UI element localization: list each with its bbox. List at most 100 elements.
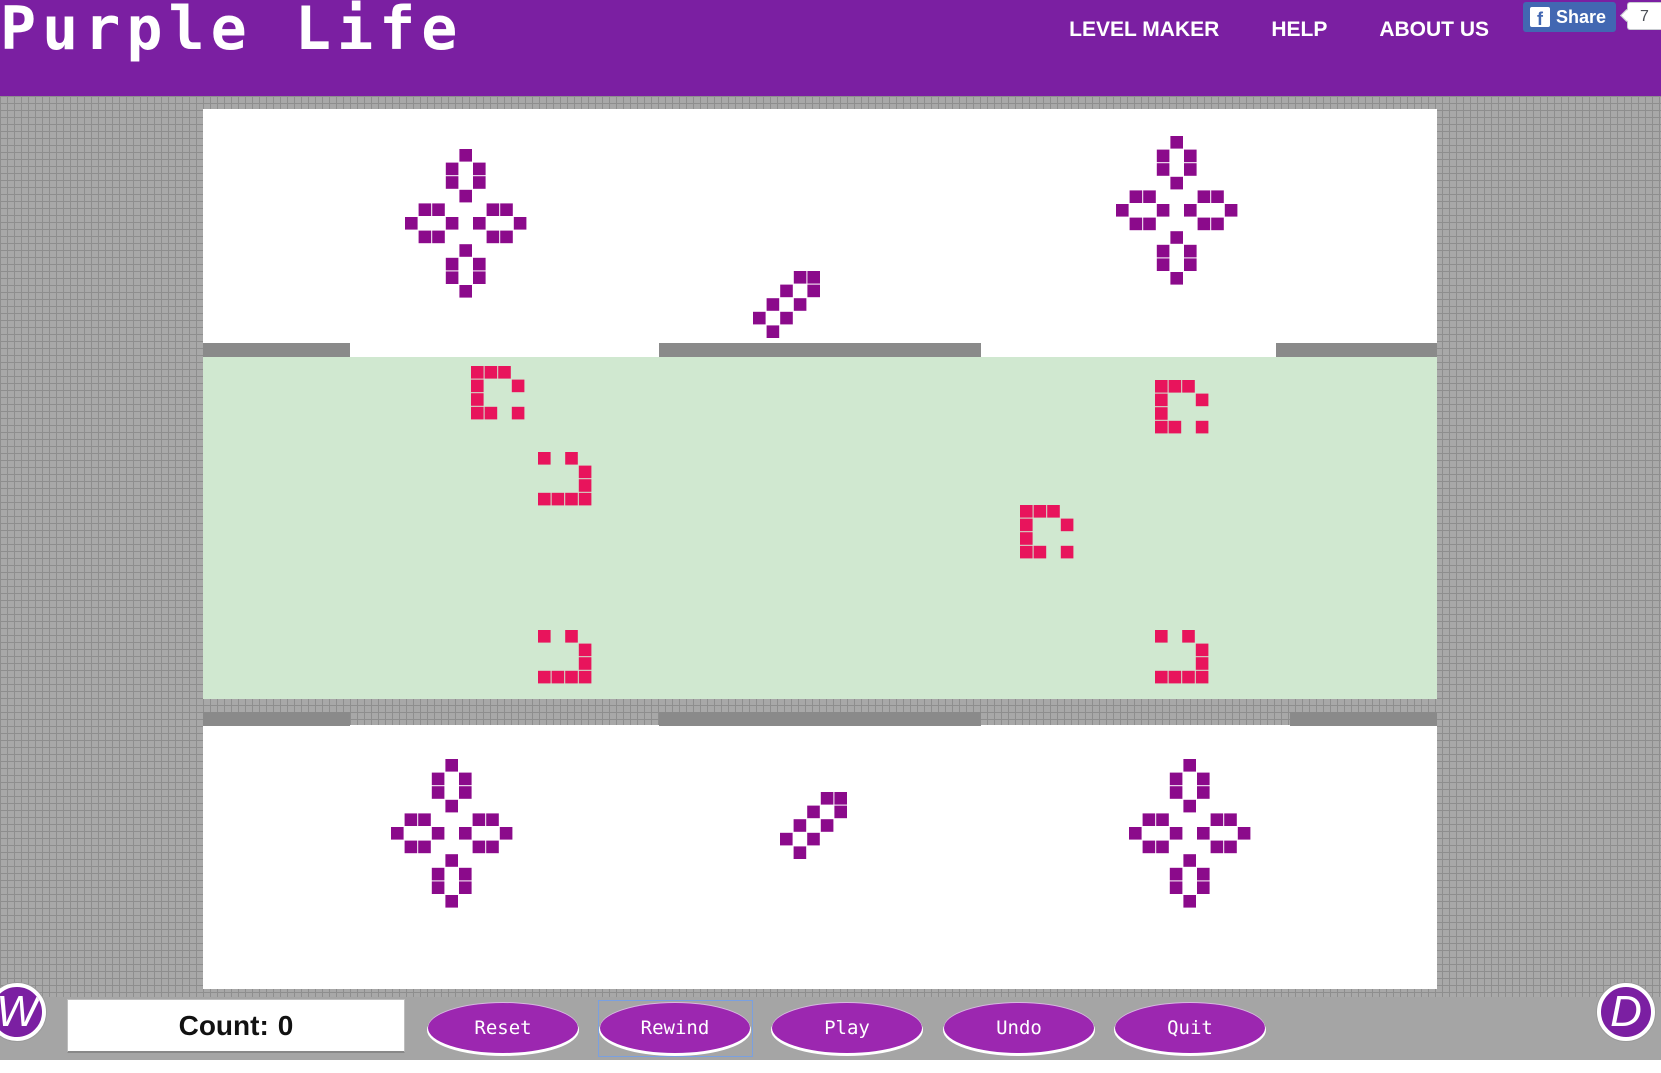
- live-cell[interactable]: [431, 867, 445, 881]
- enemy-cell[interactable]: [498, 366, 511, 379]
- enemy-cell[interactable]: [1033, 545, 1047, 559]
- live-cell[interactable]: [459, 189, 472, 203]
- live-cell[interactable]: [1183, 759, 1196, 772]
- enemy-cell[interactable]: [578, 492, 592, 506]
- live-cell[interactable]: [834, 792, 847, 805]
- quit-button[interactable]: Quit: [1115, 1003, 1265, 1053]
- live-cell[interactable]: [500, 203, 513, 216]
- live-cell[interactable]: [1169, 772, 1183, 786]
- live-cell[interactable]: [1183, 799, 1196, 813]
- live-cell[interactable]: [459, 786, 472, 799]
- live-cell[interactable]: [780, 311, 793, 325]
- enemy-cell[interactable]: [484, 406, 498, 420]
- live-cell[interactable]: [1224, 840, 1237, 854]
- enemy-cell[interactable]: [578, 465, 592, 479]
- live-cell[interactable]: [1170, 136, 1183, 149]
- live-cell[interactable]: [1156, 244, 1170, 258]
- live-cell[interactable]: [486, 813, 499, 826]
- live-cell[interactable]: [1210, 813, 1224, 826]
- enemy-cell[interactable]: [1020, 505, 1033, 518]
- live-cell[interactable]: [807, 271, 820, 284]
- game-board[interactable]: [203, 109, 1437, 989]
- enemy-cell[interactable]: [1033, 505, 1047, 518]
- live-cell[interactable]: [1184, 244, 1197, 258]
- live-cell[interactable]: [1169, 827, 1183, 840]
- live-cell[interactable]: [431, 881, 445, 894]
- live-cell[interactable]: [418, 813, 431, 826]
- live-cell[interactable]: [753, 311, 766, 325]
- live-cell[interactable]: [766, 325, 780, 338]
- live-cell[interactable]: [807, 284, 820, 298]
- live-cell[interactable]: [459, 881, 472, 894]
- enemy-cell[interactable]: [538, 630, 551, 643]
- live-cell[interactable]: [1184, 149, 1197, 163]
- reset-button[interactable]: Reset: [428, 1003, 578, 1053]
- live-cell[interactable]: [793, 819, 807, 832]
- live-cell[interactable]: [766, 298, 780, 311]
- enemy-cell[interactable]: [565, 630, 578, 643]
- live-cell[interactable]: [473, 257, 486, 271]
- enemy-cell[interactable]: [1168, 420, 1182, 434]
- live-cell[interactable]: [418, 840, 431, 854]
- live-cell[interactable]: [1156, 149, 1170, 163]
- site-logo[interactable]: Purple Life: [0, 0, 463, 64]
- enemy-cell[interactable]: [565, 452, 578, 465]
- live-cell[interactable]: [793, 271, 807, 284]
- live-cell[interactable]: [431, 772, 445, 786]
- live-cell[interactable]: [1210, 840, 1224, 854]
- live-cell[interactable]: [445, 162, 459, 176]
- live-cell[interactable]: [1237, 827, 1251, 840]
- enemy-cell[interactable]: [471, 406, 484, 420]
- live-cell[interactable]: [459, 244, 472, 257]
- live-cell[interactable]: [1169, 786, 1183, 799]
- enemy-cell[interactable]: [1020, 518, 1033, 532]
- live-cell[interactable]: [1156, 163, 1170, 176]
- live-cell[interactable]: [432, 203, 445, 216]
- live-cell[interactable]: [1116, 204, 1129, 217]
- live-cell[interactable]: [405, 217, 418, 230]
- live-cell[interactable]: [1197, 190, 1211, 203]
- live-cell[interactable]: [820, 792, 834, 805]
- live-cell[interactable]: [473, 162, 486, 176]
- nav-about-us[interactable]: ABOUT US: [1379, 18, 1489, 42]
- live-cell[interactable]: [1170, 231, 1183, 244]
- enemy-cell[interactable]: [578, 657, 592, 670]
- enemy-cell[interactable]: [511, 406, 525, 420]
- live-cell[interactable]: [1129, 827, 1142, 840]
- enemy-cell[interactable]: [1155, 670, 1168, 684]
- live-cell[interactable]: [513, 217, 527, 230]
- facebook-share-button[interactable]: f Share: [1523, 2, 1616, 32]
- live-cell[interactable]: [473, 176, 486, 189]
- live-cell[interactable]: [1143, 190, 1156, 203]
- live-cell[interactable]: [1197, 786, 1210, 799]
- live-cell[interactable]: [1183, 895, 1196, 908]
- live-cell[interactable]: [473, 271, 486, 284]
- live-cell[interactable]: [459, 772, 472, 786]
- live-cell[interactable]: [418, 230, 432, 244]
- live-cell[interactable]: [820, 819, 834, 832]
- enemy-cell[interactable]: [538, 492, 551, 506]
- live-cell[interactable]: [472, 813, 486, 826]
- live-cell[interactable]: [500, 230, 513, 244]
- live-cell[interactable]: [472, 840, 486, 854]
- enemy-cell[interactable]: [538, 670, 551, 684]
- board-bottom-region[interactable]: [203, 725, 1437, 989]
- enemy-cell[interactable]: [471, 379, 484, 393]
- live-cell[interactable]: [1184, 204, 1197, 217]
- player-d-badge[interactable]: D: [1597, 983, 1655, 1041]
- enemy-cell[interactable]: [1195, 643, 1209, 657]
- live-cell[interactable]: [404, 840, 418, 854]
- enemy-cell[interactable]: [1182, 670, 1195, 684]
- enemy-cell[interactable]: [1195, 670, 1209, 684]
- enemy-cell[interactable]: [1155, 393, 1168, 407]
- enemy-cell[interactable]: [511, 379, 525, 393]
- live-cell[interactable]: [793, 846, 807, 859]
- live-cell[interactable]: [486, 840, 499, 854]
- live-cell[interactable]: [793, 298, 807, 311]
- live-cell[interactable]: [1211, 190, 1224, 203]
- live-cell[interactable]: [432, 230, 445, 244]
- live-cell[interactable]: [445, 799, 458, 813]
- game-board-canvas[interactable]: [203, 109, 1437, 989]
- live-cell[interactable]: [1156, 840, 1169, 854]
- middle-zone[interactable]: [203, 357, 1437, 699]
